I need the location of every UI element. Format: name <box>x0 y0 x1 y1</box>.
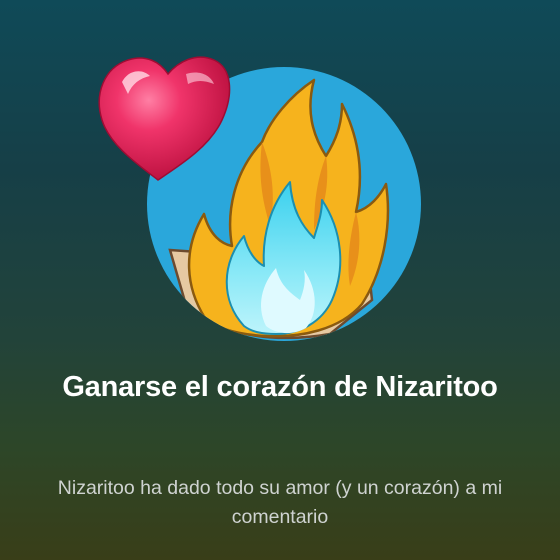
achievement-description: Nizaritoo ha dado todo su amor (y un cor… <box>57 477 503 528</box>
achievement-title: Ganarse el corazón de Nizaritoo <box>62 371 498 403</box>
achievement-badge <box>98 56 421 341</box>
